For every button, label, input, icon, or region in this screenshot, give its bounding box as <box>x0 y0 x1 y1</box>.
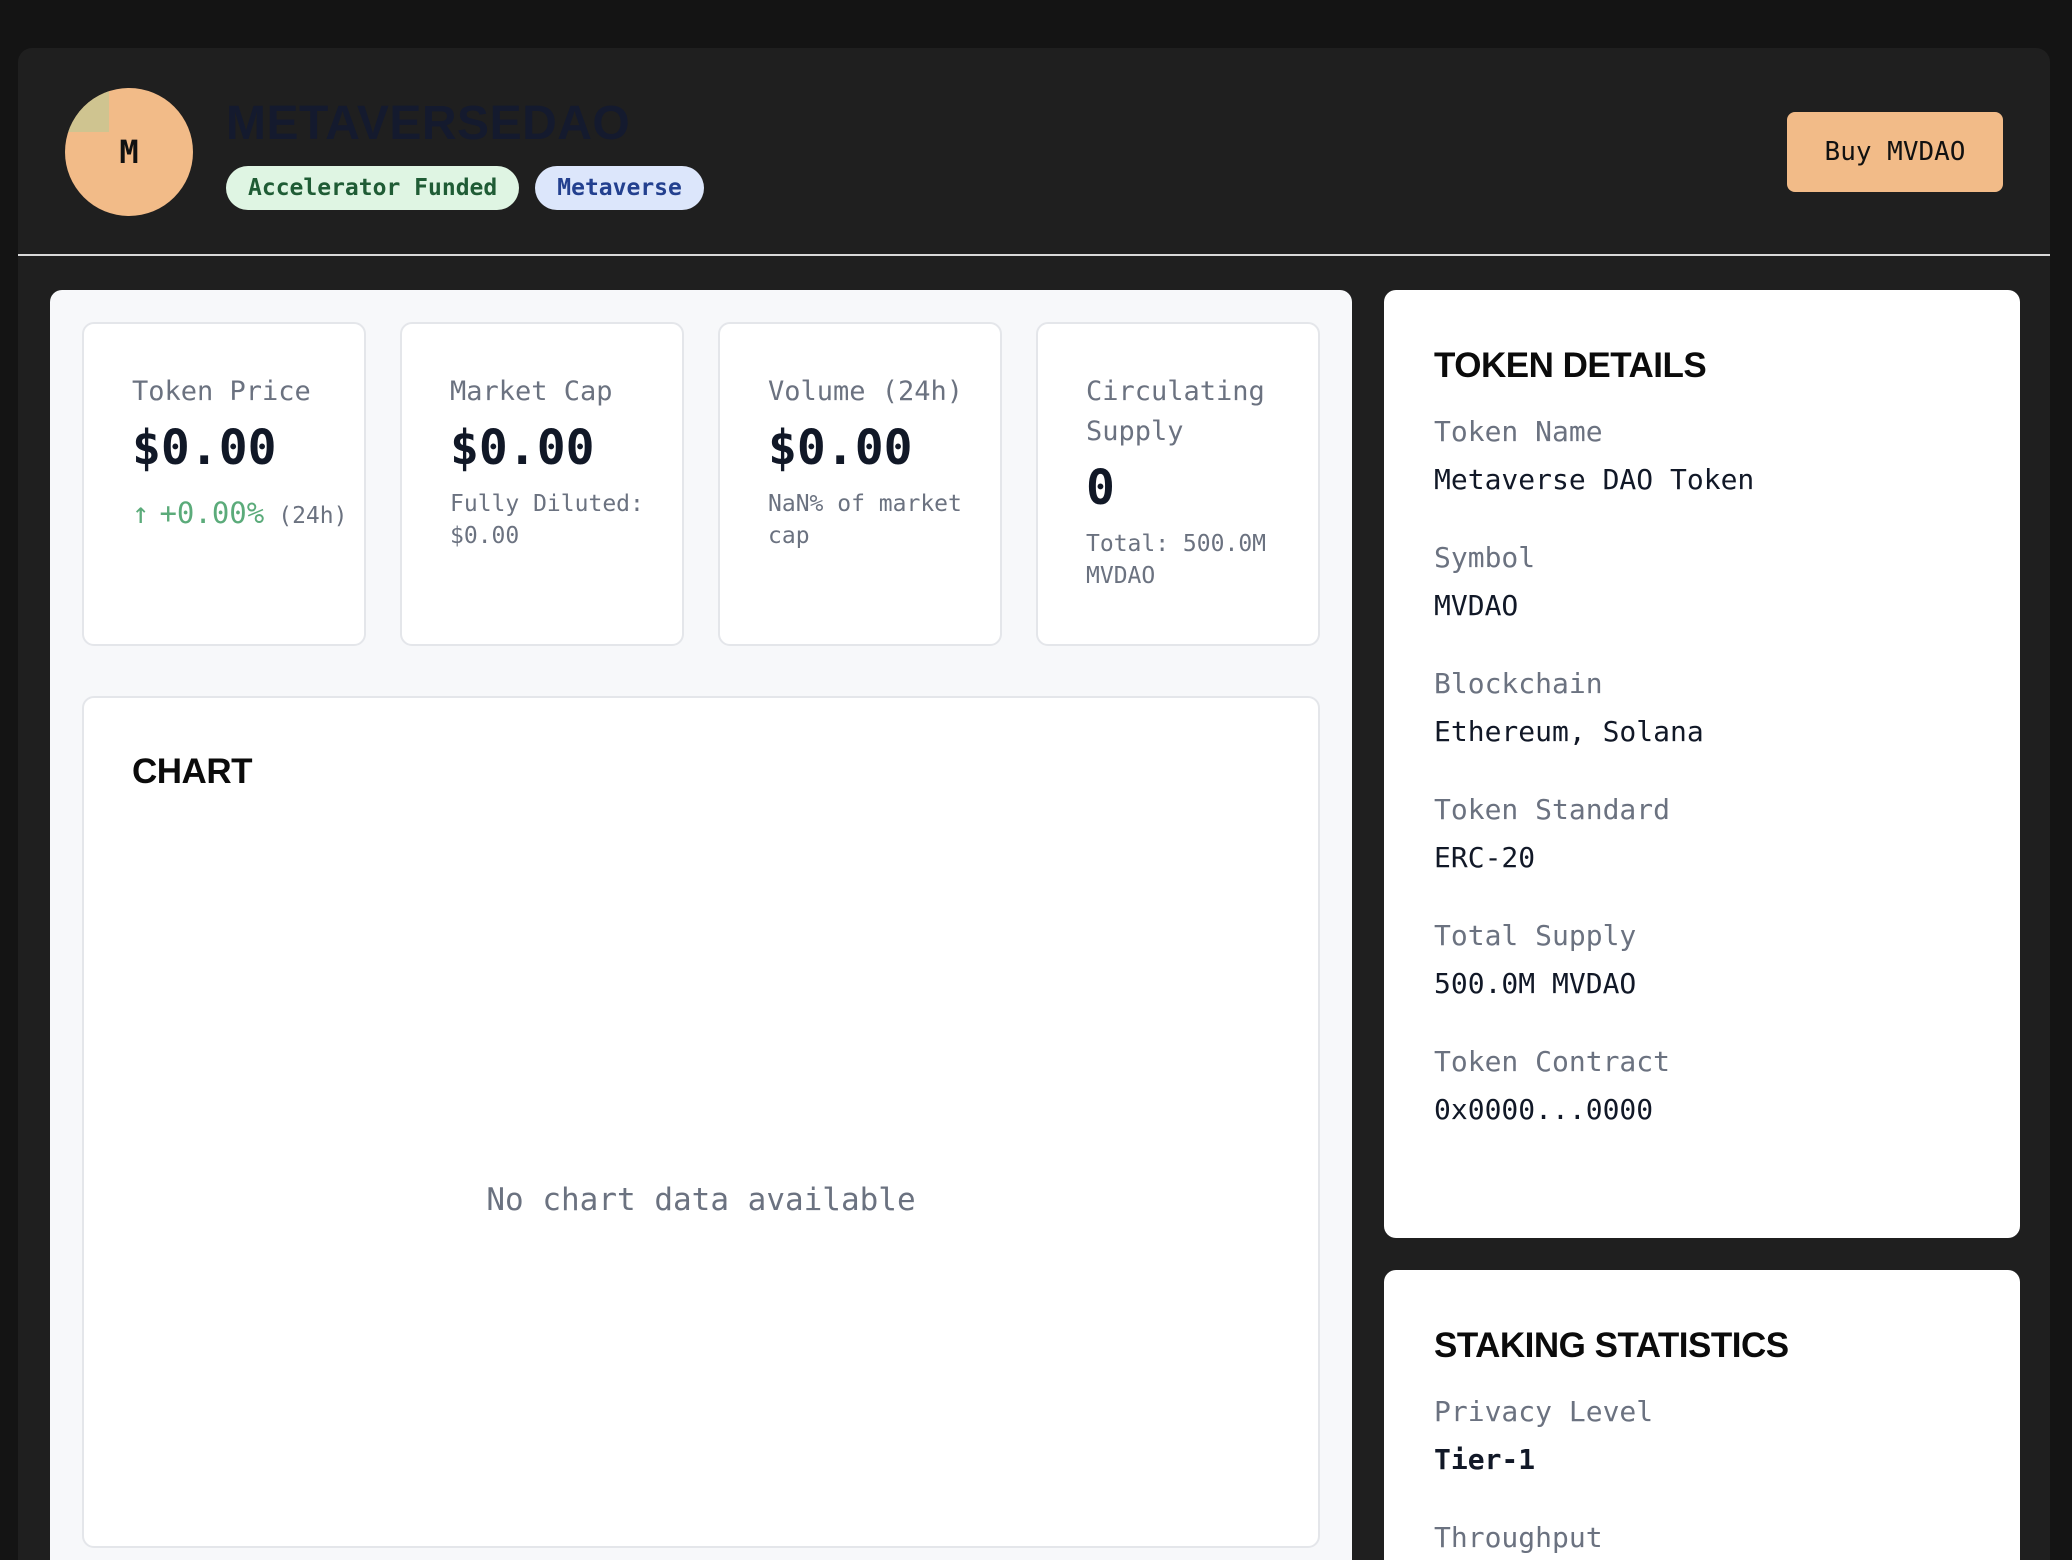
detail-label: Symbol <box>1434 541 1536 574</box>
token-details-card: TOKEN DETAILS Token Name Metaverse DAO T… <box>1384 290 2020 1238</box>
stat-sub: Fully Diluted: $0.00 <box>450 491 644 549</box>
detail-symbol: Symbol MVDAO <box>1434 540 2020 624</box>
stat-sub: Total: 500.0M MVDAO <box>1086 531 1267 589</box>
logo-letter: M <box>119 133 139 171</box>
change-percent: +0.00% <box>159 496 265 530</box>
detail-value: Metaverse DAO Token <box>1434 463 1755 496</box>
detail-value: MVDAO <box>1434 589 1519 622</box>
stat-value: $0.00 <box>450 420 595 476</box>
detail-total-supply: Total Supply 500.0M MVDAO <box>1434 918 2020 1002</box>
detail-label: Token Standard <box>1434 793 1671 826</box>
stat-label: Token Price <box>132 376 311 407</box>
token-contract-address[interactable]: 0x0000...0000 <box>1434 1092 2020 1128</box>
stat-sub: NaN% of market cap <box>768 491 962 549</box>
app-window: M METAVERSEDAO Accelerator Funded Metave… <box>18 48 2050 1560</box>
main-panel: Token Price $0.00 ↑ +0.00% (24h) Market … <box>50 290 1352 1560</box>
tag-list: Accelerator Funded Metaverse <box>226 166 704 210</box>
stat-label: Market Cap <box>450 376 613 407</box>
buy-button[interactable]: Buy MVDAO <box>1787 112 2003 192</box>
token-header: M METAVERSEDAO Accelerator Funded Metave… <box>18 48 2050 256</box>
tag-metaverse[interactable]: Metaverse <box>535 166 704 210</box>
detail-blockchain: Blockchain Ethereum, Solana <box>1434 666 2020 750</box>
tag-accelerator-funded[interactable]: Accelerator Funded <box>226 166 520 210</box>
staking-heading: STAKING STATISTICS <box>1434 1326 1789 1365</box>
stat-card-token-price: Token Price $0.00 ↑ +0.00% (24h) <box>82 322 366 646</box>
detail-token-name: Token Name Metaverse DAO Token <box>1434 414 2020 498</box>
staking-throughput: Throughput <box>1434 1520 2020 1556</box>
staking-value: Tier-1 <box>1434 1443 1536 1476</box>
stat-value: $0.00 <box>132 420 277 476</box>
detail-label: Total Supply <box>1434 919 1637 952</box>
staking-label: Throughput <box>1434 1521 1603 1554</box>
stat-card-circulating-supply: Circulating Supply 0 Total: 500.0M MVDAO <box>1036 322 1320 646</box>
chart-heading: CHART <box>132 752 252 791</box>
stat-label: Circulating Supply <box>1086 376 1265 447</box>
staking-privacy-level: Privacy Level Tier-1 <box>1434 1394 2020 1478</box>
stat-card-market-cap: Market Cap $0.00 Fully Diluted: $0.00 <box>400 322 684 646</box>
change-period: (24h) <box>278 503 348 529</box>
detail-label: Blockchain <box>1434 667 1603 700</box>
detail-label: Token Contract <box>1434 1045 1671 1078</box>
chart-card: CHART No chart data available <box>82 696 1320 1548</box>
detail-value: ERC-20 <box>1434 841 1536 874</box>
detail-value: Ethereum, Solana <box>1434 715 1704 748</box>
stat-card-volume: Volume (24h) $0.00 NaN% of market cap <box>718 322 1002 646</box>
logo-corner-accent <box>65 88 109 132</box>
token-title: METAVERSEDAO <box>226 97 631 150</box>
arrow-up-icon: ↑ <box>132 496 150 530</box>
detail-value: 500.0M MVDAO <box>1434 967 1637 1000</box>
price-change: ↑ +0.00% (24h) <box>132 496 364 530</box>
stat-label: Volume (24h) <box>768 376 964 407</box>
chart-empty-message: No chart data available <box>486 1182 916 1218</box>
stat-value: $0.00 <box>768 420 913 476</box>
staking-label: Privacy Level <box>1434 1395 1654 1428</box>
token-logo: M <box>65 88 193 216</box>
stat-value: 0 <box>1086 460 1115 516</box>
detail-token-standard: Token Standard ERC-20 <box>1434 792 2020 876</box>
detail-token-contract: Token Contract 0x0000...0000 <box>1434 1044 2020 1128</box>
token-details-heading: TOKEN DETAILS <box>1434 346 1707 385</box>
detail-label: Token Name <box>1434 415 1603 448</box>
staking-statistics-card: STAKING STATISTICS Privacy Level Tier-1 … <box>1384 1270 2020 1560</box>
